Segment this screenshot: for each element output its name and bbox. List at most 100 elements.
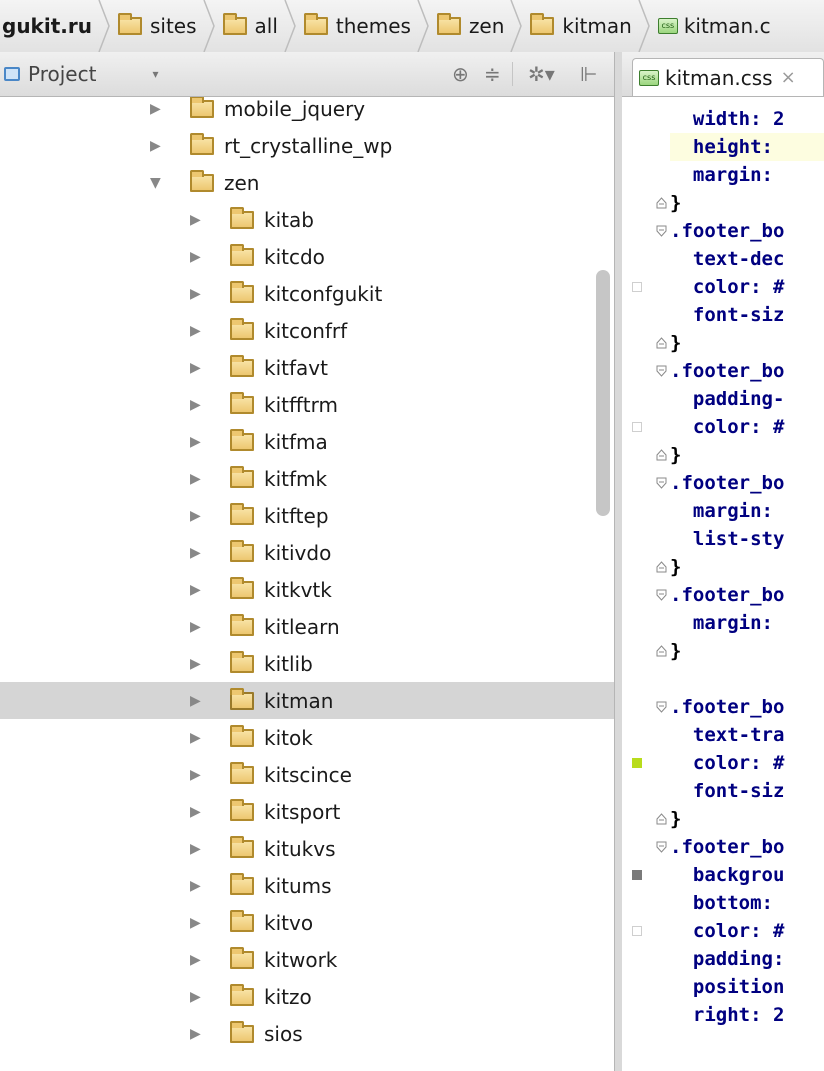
color-swatch-icon[interactable] <box>632 870 642 880</box>
color-swatch-icon[interactable] <box>632 926 642 936</box>
tree-item-kitwork[interactable]: ▶ kitwork <box>0 941 614 978</box>
expanded-arrow-icon[interactable]: ▼ <box>150 175 168 191</box>
code-line[interactable]: font-siz <box>670 777 824 805</box>
tree-item-kitcdo[interactable]: ▶ kitcdo <box>0 238 614 275</box>
editor-gutter[interactable] <box>622 97 671 1071</box>
tree-item-kitlearn[interactable]: ▶ kitlearn <box>0 608 614 645</box>
tree-item-kitman[interactable]: ▶ kitman <box>0 682 614 719</box>
breadcrumb-item[interactable]: css kitman.c <box>650 0 777 52</box>
fold-start-icon[interactable] <box>656 701 667 713</box>
tree-item-kitums[interactable]: ▶ kitums <box>0 867 614 904</box>
collapse-all-icon[interactable]: ≑ <box>484 52 501 96</box>
tree-item-kitvo[interactable]: ▶ kitvo <box>0 904 614 941</box>
tree-item-kitconfrf[interactable]: ▶ kitconfrf <box>0 312 614 349</box>
tree-item-mobile-jquery[interactable]: ▶ mobile_jquery <box>0 97 614 127</box>
tree-item-kitfma[interactable]: ▶ kitfma <box>0 423 614 460</box>
tree-item-kitfmk[interactable]: ▶ kitfmk <box>0 460 614 497</box>
breadcrumb-item[interactable]: sites <box>110 0 203 52</box>
collapsed-arrow-icon[interactable]: ▶ <box>190 730 208 746</box>
code-line[interactable]: font-siz <box>670 301 824 329</box>
collapsed-arrow-icon[interactable]: ▶ <box>190 1026 208 1042</box>
collapsed-arrow-icon[interactable]: ▶ <box>190 360 208 376</box>
tab-kitman-css[interactable]: css kitman.css × <box>632 58 824 96</box>
breadcrumb-item[interactable]: zen <box>429 0 510 52</box>
color-swatch-icon[interactable] <box>632 282 642 292</box>
collapsed-arrow-icon[interactable]: ▶ <box>190 989 208 1005</box>
code-line[interactable]: .footer_bo <box>670 357 824 385</box>
breadcrumb-item[interactable]: themes <box>296 0 417 52</box>
fold-end-icon[interactable] <box>656 645 667 657</box>
tree-item-kitivdo[interactable]: ▶ kitivdo <box>0 534 614 571</box>
tree-item-kitscince[interactable]: ▶ kitscince <box>0 756 614 793</box>
locate-icon[interactable]: ⊕ <box>452 52 469 96</box>
tree-item-kitkvtk[interactable]: ▶ kitkvtk <box>0 571 614 608</box>
tree-item-rt-crystalline-wp[interactable]: ▶ rt_crystalline_wp <box>0 127 614 164</box>
code-line[interactable]: color: # <box>670 273 824 301</box>
tree-item-sios[interactable]: ▶ sios <box>0 1015 614 1052</box>
code-line[interactable]: padding: <box>670 945 824 973</box>
code-line[interactable]: width: 2 <box>670 105 824 133</box>
breadcrumb-item[interactable]: all <box>215 0 284 52</box>
fold-start-icon[interactable] <box>656 365 667 377</box>
code-line[interactable]: height: <box>670 133 824 161</box>
collapsed-arrow-icon[interactable]: ▶ <box>190 804 208 820</box>
fold-end-icon[interactable] <box>656 561 667 573</box>
fold-end-icon[interactable] <box>656 337 667 349</box>
code-line[interactable]: bottom: <box>670 889 824 917</box>
fold-start-icon[interactable] <box>656 477 667 489</box>
tree-item-kitfavt[interactable]: ▶ kitfavt <box>0 349 614 386</box>
code-line[interactable]: .footer_bo <box>670 469 824 497</box>
collapsed-arrow-icon[interactable]: ▶ <box>190 397 208 413</box>
code-line[interactable]: .footer_bo <box>670 581 824 609</box>
tree-item-zen[interactable]: ▼ zen <box>0 164 614 201</box>
code-line[interactable]: } <box>670 637 824 665</box>
collapsed-arrow-icon[interactable]: ▶ <box>190 767 208 783</box>
code-line[interactable]: margin: <box>670 609 824 637</box>
tree-item-kitconfgukit[interactable]: ▶ kitconfgukit <box>0 275 614 312</box>
code-line[interactable]: } <box>670 189 824 217</box>
fold-start-icon[interactable] <box>656 225 667 237</box>
code-line[interactable]: color: # <box>670 413 824 441</box>
collapsed-arrow-icon[interactable]: ▶ <box>190 508 208 524</box>
code-line[interactable]: margin: <box>670 161 824 189</box>
collapsed-arrow-icon[interactable]: ▶ <box>190 545 208 561</box>
fold-start-icon[interactable] <box>656 589 667 601</box>
code-line[interactable]: .footer_bo <box>670 693 824 721</box>
fold-end-icon[interactable] <box>656 197 667 209</box>
gear-icon[interactable]: ✲▾ <box>528 52 555 96</box>
code-line[interactable]: .footer_bo <box>670 833 824 861</box>
close-icon[interactable]: × <box>781 67 796 88</box>
tree-item-kitukvs[interactable]: ▶ kitukvs <box>0 830 614 867</box>
collapsed-arrow-icon[interactable]: ▶ <box>190 582 208 598</box>
breadcrumb-item[interactable]: kitman <box>522 0 637 52</box>
fold-start-icon[interactable] <box>656 841 667 853</box>
code-line[interactable]: text-dec <box>670 245 824 273</box>
code-line[interactable]: backgrou <box>670 861 824 889</box>
tree-item-kitfftrm[interactable]: ▶ kitfftrm <box>0 386 614 423</box>
code-line[interactable]: } <box>670 329 824 357</box>
code-line[interactable]: } <box>670 441 824 469</box>
collapsed-arrow-icon[interactable]: ▶ <box>190 434 208 450</box>
collapsed-arrow-icon[interactable]: ▶ <box>190 212 208 228</box>
collapsed-arrow-icon[interactable]: ▶ <box>190 471 208 487</box>
code-line[interactable] <box>670 665 824 693</box>
code-line[interactable]: color: # <box>670 917 824 945</box>
tree-item-kitftep[interactable]: ▶ kitftep <box>0 497 614 534</box>
collapsed-arrow-icon[interactable]: ▶ <box>190 286 208 302</box>
tree-item-kitab[interactable]: ▶ kitab <box>0 201 614 238</box>
collapsed-arrow-icon[interactable]: ▶ <box>190 841 208 857</box>
code-line[interactable]: right: 2 <box>670 1001 824 1029</box>
code-line[interactable]: padding- <box>670 385 824 413</box>
fold-end-icon[interactable] <box>656 813 667 825</box>
code-line[interactable]: position <box>670 973 824 1001</box>
collapsed-arrow-icon[interactable]: ▶ <box>190 915 208 931</box>
breadcrumb-item[interactable]: gukit.ru <box>0 0 98 52</box>
collapsed-arrow-icon[interactable]: ▶ <box>150 101 168 117</box>
chevron-down-icon[interactable]: ▾ <box>152 67 158 81</box>
code-line[interactable]: text-tra <box>670 721 824 749</box>
hide-panel-icon[interactable]: ⊩ <box>580 52 597 96</box>
code-line[interactable]: margin: <box>670 497 824 525</box>
fold-end-icon[interactable] <box>656 449 667 461</box>
code-editor[interactable]: width: 2 height: margin: } .footer_bo tex… <box>670 97 824 1071</box>
tree-item-kitsport[interactable]: ▶ kitsport <box>0 793 614 830</box>
